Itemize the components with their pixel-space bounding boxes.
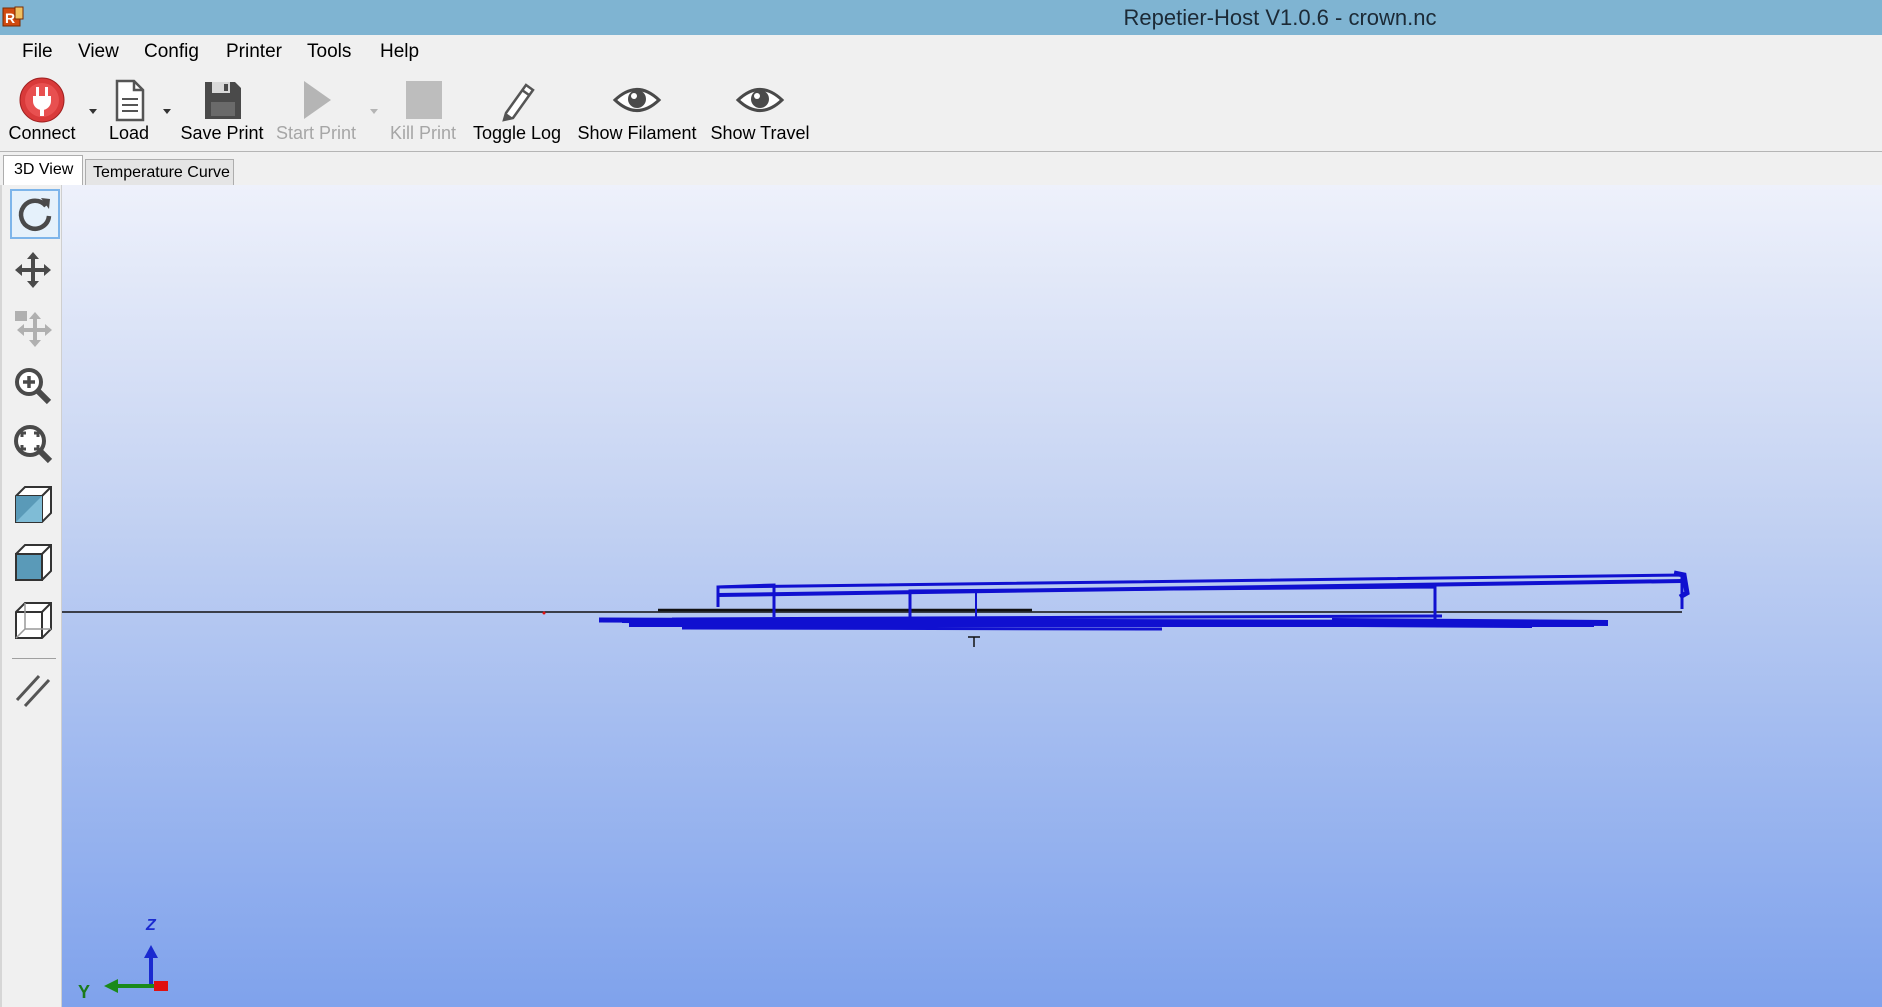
stop-icon <box>406 81 442 119</box>
play-icon <box>304 81 331 119</box>
fit-view-icon <box>14 425 53 464</box>
move-view-button[interactable] <box>10 247 60 297</box>
menu-bar: File View Config Printer Tools Help <box>0 35 1882 71</box>
menu-help[interactable]: Help <box>380 41 419 63</box>
axis-gizmo <box>104 945 168 993</box>
window-title: Repetier-Host V1.0.6 - crown.nc <box>1123 5 1437 30</box>
viewport-crosshair <box>968 636 980 647</box>
menu-config[interactable]: Config <box>144 41 199 63</box>
main-toolbar: Connect Load Save Print Start Print Kill… <box>0 71 1882 151</box>
svg-text:R: R <box>5 10 15 26</box>
toggle-log-button[interactable]: Toggle Log <box>470 71 564 151</box>
eye-icon <box>612 88 662 112</box>
start-print-button[interactable]: Start Print <box>274 71 358 151</box>
load-dropdown-arrow-icon[interactable] <box>161 105 173 117</box>
load-button[interactable]: Load <box>103 71 155 151</box>
show-filament-button[interactable]: Show Filament <box>576 71 698 151</box>
eye-icon <box>735 88 785 112</box>
zoom-icon <box>15 368 52 405</box>
document-icon <box>115 79 145 122</box>
connect-dropdown-arrow-icon[interactable] <box>87 105 99 117</box>
tab-3d-view[interactable]: 3D View <box>3 155 83 187</box>
parallel-projection-icon <box>15 674 51 708</box>
axis-y-label: Y <box>78 982 91 1002</box>
tab-strip: 3D View Temperature Curve <box>0 151 1882 187</box>
toggle-log-label: Toggle Log <box>472 123 562 143</box>
view-top-icon <box>15 544 52 581</box>
rotate-icon <box>18 198 52 231</box>
connect-button[interactable]: Connect <box>0 71 84 151</box>
menu-file[interactable]: File <box>22 41 53 63</box>
save-print-button[interactable]: Save Print <box>180 71 264 151</box>
rotate-view-button[interactable] <box>10 189 60 239</box>
move-object-icon <box>15 311 52 347</box>
pencil-icon <box>502 83 535 122</box>
origin-marker <box>542 611 546 615</box>
menu-tools[interactable]: Tools <box>307 41 351 63</box>
sidebar-separator <box>12 658 56 659</box>
show-filament-label: Show Filament <box>577 123 697 143</box>
move-object-button[interactable] <box>10 305 60 355</box>
parallel-projection-button[interactable] <box>10 667 60 717</box>
connect-label: Connect <box>8 123 76 143</box>
menu-printer[interactable]: Printer <box>226 41 282 63</box>
toolpath <box>598 570 1690 631</box>
kill-print-label: Kill Print <box>389 123 456 143</box>
save-print-label: Save Print <box>180 123 264 143</box>
start-print-dropdown-arrow-icon[interactable] <box>368 105 380 117</box>
toolpath-scene <box>62 570 1690 993</box>
view-perspective-button[interactable] <box>10 597 60 647</box>
title-bar: R Repetier-Host V1.0.6 - crown.nc <box>0 0 1882 35</box>
view-front-button[interactable] <box>10 481 60 531</box>
view-perspective-icon <box>15 602 52 639</box>
view-top-button[interactable] <box>10 539 60 589</box>
menu-view[interactable]: View <box>78 41 119 63</box>
kill-print-button[interactable]: Kill Print <box>384 71 462 151</box>
show-travel-label: Show Travel <box>710 123 810 143</box>
start-print-label: Start Print <box>275 123 357 143</box>
floppy-disk-icon <box>205 82 241 119</box>
axis-z-label: Z <box>146 917 156 934</box>
3d-viewport[interactable]: Y Z <box>62 185 1882 1007</box>
zoom-button[interactable] <box>10 363 60 413</box>
power-plug-icon <box>19 77 65 123</box>
fit-view-button[interactable] <box>10 421 60 471</box>
load-label: Load <box>108 123 150 143</box>
show-travel-button[interactable]: Show Travel <box>708 71 812 151</box>
move-icon <box>15 252 51 288</box>
tab-temperature-curve[interactable]: Temperature Curve <box>85 159 234 186</box>
view-front-icon <box>15 486 52 523</box>
view-tools-sidebar <box>0 185 62 1007</box>
app-logo-icon: R <box>2 6 24 27</box>
